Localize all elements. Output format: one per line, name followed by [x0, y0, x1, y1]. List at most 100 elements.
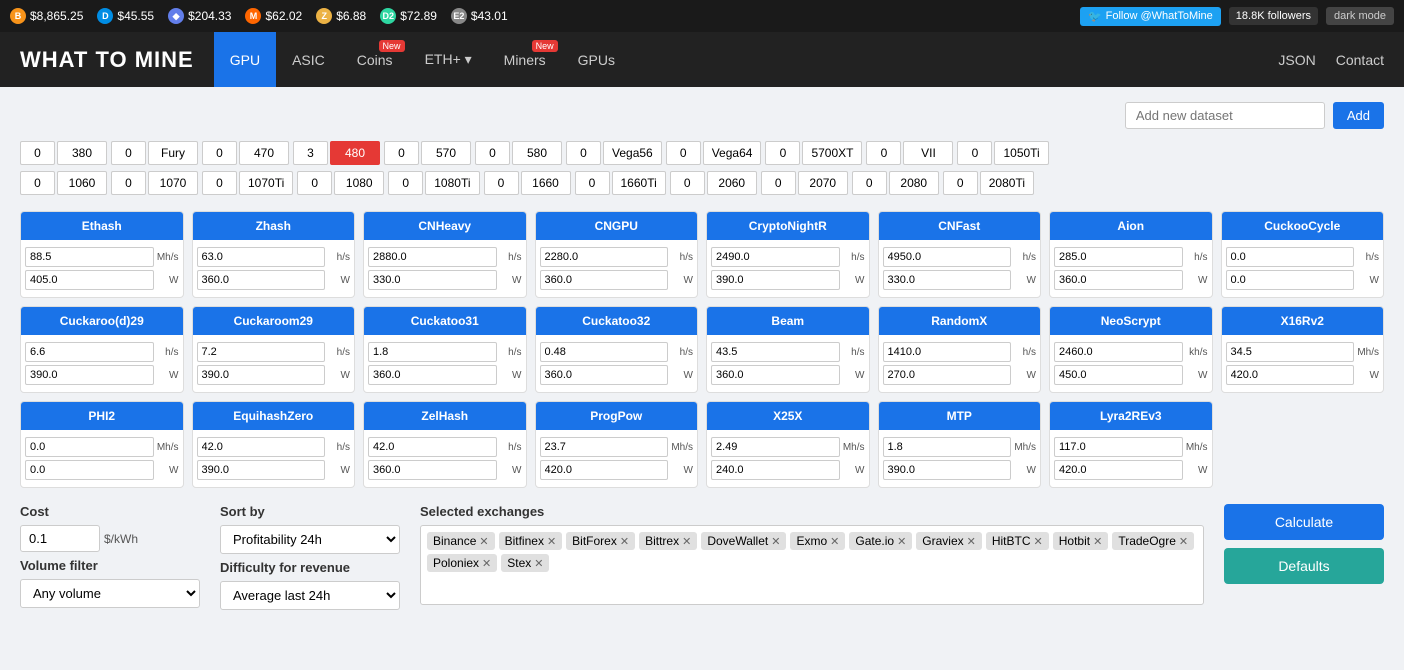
exchange-remove-bitfinex[interactable]: ✕ [547, 535, 556, 548]
exchange-remove-hotbit[interactable]: ✕ [1093, 535, 1102, 548]
algo-power-input[interactable] [883, 270, 1012, 290]
exchange-remove-dovewallet[interactable]: ✕ [771, 535, 780, 548]
gpu-count-380[interactable] [20, 141, 55, 165]
algo-header-mtp[interactable]: MTP [879, 402, 1041, 430]
nav-right-contact[interactable]: Contact [1336, 52, 1384, 68]
algo-hashrate-input[interactable] [540, 342, 669, 362]
gpu-count-1070[interactable] [111, 171, 146, 195]
algo-hashrate-input[interactable] [1054, 247, 1183, 267]
defaults-button[interactable]: Defaults [1224, 548, 1384, 584]
algo-header-cnfast[interactable]: CNFast [879, 212, 1041, 240]
algo-hashrate-input[interactable] [25, 437, 154, 457]
algo-power-input[interactable] [197, 270, 326, 290]
gpu-count-Fury[interactable] [111, 141, 146, 165]
exchange-remove-gate.io[interactable]: ✕ [897, 535, 906, 548]
exchange-remove-binance[interactable]: ✕ [479, 535, 488, 548]
gpu-count-570[interactable] [384, 141, 419, 165]
gpu-count-1060[interactable] [20, 171, 55, 195]
algo-power-input[interactable] [368, 270, 497, 290]
algo-power-input[interactable] [25, 460, 154, 480]
algo-header-lyra2rev3[interactable]: Lyra2REv3 [1050, 402, 1212, 430]
gpu-count-5700XT[interactable] [765, 141, 800, 165]
gpu-count-VII[interactable] [866, 141, 901, 165]
algo-hashrate-input[interactable] [1226, 247, 1355, 267]
algo-power-input[interactable] [197, 460, 326, 480]
add-dataset-button[interactable]: Add [1333, 102, 1384, 129]
nav-link-gpus[interactable]: GPUs [562, 32, 631, 87]
algo-header-x16rv2[interactable]: X16Rv2 [1222, 307, 1384, 335]
gpu-count-480[interactable] [293, 141, 328, 165]
algo-power-input[interactable] [1226, 365, 1355, 385]
algo-header-cuckaroo-d-29[interactable]: Cuckaroo(d)29 [21, 307, 183, 335]
gpu-count-1050Ti[interactable] [957, 141, 992, 165]
algo-hashrate-input[interactable] [883, 437, 1012, 457]
algo-hashrate-input[interactable] [540, 437, 669, 457]
algo-hashrate-input[interactable] [711, 247, 840, 267]
dark-mode-button[interactable]: dark mode [1326, 7, 1394, 25]
algo-hashrate-input[interactable] [197, 342, 326, 362]
algo-hashrate-input[interactable] [711, 342, 840, 362]
exchange-remove-bitforex[interactable]: ✕ [620, 535, 629, 548]
algo-power-input[interactable] [711, 460, 840, 480]
algo-header-aion[interactable]: Aion [1050, 212, 1212, 240]
sort-dropdown[interactable]: Profitability 24h [220, 525, 400, 554]
difficulty-dropdown[interactable]: Average last 24h [220, 581, 400, 610]
nav-link-gpu[interactable]: GPU [214, 32, 276, 87]
follow-button[interactable]: 🐦 Follow @WhatToMine [1080, 7, 1221, 26]
algo-power-input[interactable] [1054, 270, 1183, 290]
gpu-count-470[interactable] [202, 141, 237, 165]
algo-header-progpow[interactable]: ProgPow [536, 402, 698, 430]
algo-hashrate-input[interactable] [883, 247, 1012, 267]
algo-header-randomx[interactable]: RandomX [879, 307, 1041, 335]
gpu-count-1080[interactable] [297, 171, 332, 195]
algo-power-input[interactable] [197, 365, 326, 385]
exchange-remove-bittrex[interactable]: ✕ [682, 535, 691, 548]
exchange-remove-tradeogre[interactable]: ✕ [1179, 535, 1188, 548]
gpu-count-Vega64[interactable] [666, 141, 701, 165]
gpu-count-2080Ti[interactable] [943, 171, 978, 195]
algo-hashrate-input[interactable] [1054, 437, 1183, 457]
nav-link-asic[interactable]: ASIC [276, 32, 341, 87]
dataset-input[interactable] [1125, 102, 1325, 129]
nav-link-miners[interactable]: MinersNew [488, 32, 562, 87]
algo-power-input[interactable] [540, 270, 669, 290]
algo-power-input[interactable] [711, 365, 840, 385]
algo-hashrate-input[interactable] [368, 247, 497, 267]
algo-header-beam[interactable]: Beam [707, 307, 869, 335]
exchange-remove-graviex[interactable]: ✕ [967, 535, 976, 548]
algo-header-cuckatoo31[interactable]: Cuckatoo31 [364, 307, 526, 335]
algo-header-phi2[interactable]: PHI2 [21, 402, 183, 430]
algo-header-ethash[interactable]: Ethash [21, 212, 183, 240]
algo-hashrate-input[interactable] [1226, 342, 1355, 362]
algo-power-input[interactable] [1054, 460, 1183, 480]
nav-link-coins[interactable]: CoinsNew [341, 32, 409, 87]
gpu-count-1660[interactable] [484, 171, 519, 195]
algo-header-cuckatoo32[interactable]: Cuckatoo32 [536, 307, 698, 335]
exchange-remove-poloniex[interactable]: ✕ [482, 557, 491, 570]
algo-hashrate-input[interactable] [197, 247, 326, 267]
algo-header-cuckoocycle[interactable]: CuckooCycle [1222, 212, 1384, 240]
algo-power-input[interactable] [540, 365, 669, 385]
algo-header-zelhash[interactable]: ZelHash [364, 402, 526, 430]
algo-header-cnheavy[interactable]: CNHeavy [364, 212, 526, 240]
algo-hashrate-input[interactable] [368, 437, 497, 457]
exchange-remove-hitbtc[interactable]: ✕ [1034, 535, 1043, 548]
algo-hashrate-input[interactable] [883, 342, 1012, 362]
algo-power-input[interactable] [1226, 270, 1355, 290]
algo-header-cuckaroom29[interactable]: Cuckaroom29 [193, 307, 355, 335]
algo-power-input[interactable] [540, 460, 669, 480]
volume-dropdown[interactable]: Any volume [20, 579, 200, 608]
algo-hashrate-input[interactable] [25, 342, 154, 362]
algo-hashrate-input[interactable] [368, 342, 497, 362]
calculate-button[interactable]: Calculate [1224, 504, 1384, 540]
algo-header-cngpu[interactable]: CNGPU [536, 212, 698, 240]
gpu-count-1660Ti[interactable] [575, 171, 610, 195]
gpu-count-580[interactable] [475, 141, 510, 165]
cost-input[interactable] [20, 525, 100, 552]
algo-hashrate-input[interactable] [197, 437, 326, 457]
algo-power-input[interactable] [883, 460, 1012, 480]
algo-hashrate-input[interactable] [540, 247, 669, 267]
gpu-count-1070Ti[interactable] [202, 171, 237, 195]
algo-header-equihashzero[interactable]: EquihashZero [193, 402, 355, 430]
gpu-count-2070[interactable] [761, 171, 796, 195]
